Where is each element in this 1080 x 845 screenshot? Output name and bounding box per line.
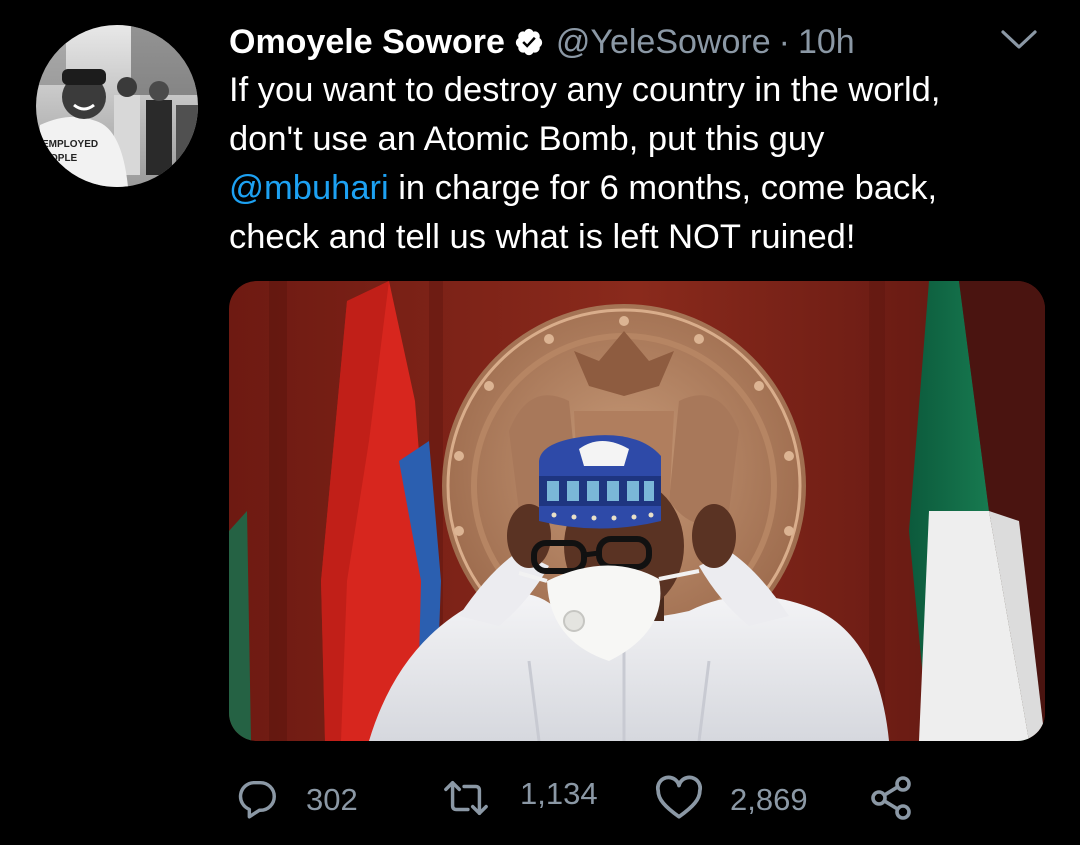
tweet-text-line: don't use an Atomic Bomb, put this guy [229,120,825,158]
tweet-photo[interactable] [229,281,1045,741]
avatar-shirt-text: OPLE [50,153,78,164]
retweet-icon [440,775,492,826]
tweet-text-line: check and tell us what is left NOT ruine… [229,218,856,256]
chevron-down-icon[interactable] [1000,28,1038,52]
reply-button[interactable]: 302 [234,770,358,830]
avatar-shirt-text: EMPLOYED [42,139,98,150]
timestamp[interactable]: 10h [798,23,855,62]
share-button[interactable] [866,770,916,830]
heart-icon [654,775,704,826]
handle[interactable]: @YeleSowore [556,23,771,62]
like-button[interactable]: 2,869 [654,770,808,830]
retweet-button[interactable]: 1,134 [440,770,598,830]
retweet-count: 1,134 [520,776,598,811]
mention-link[interactable]: @mbuhari [229,169,389,207]
share-icon [866,774,916,827]
tweet-text-line: @mbuhari in charge for 6 months, come ba… [229,164,1049,213]
like-count: 2,869 [730,782,808,817]
separator: · [778,22,790,61]
tweet-header: Omoyele Sowore @YeleSowore · 10h [229,18,855,66]
reply-icon [234,775,280,826]
tweet-text-segment: in charge for 6 months, come back, [388,169,938,207]
display-name[interactable]: Omoyele Sowore [229,23,505,62]
tweet-text: If you want to destroy any country in th… [229,66,1049,262]
avatar[interactable]: EMPLOYED OPLE [36,25,198,187]
tweet-text-line: If you want to destroy any country in th… [229,71,941,109]
tweet: EMPLOYED OPLE Omoyele Sowore @YeleSowore… [0,0,1080,845]
reply-count: 302 [306,782,358,817]
action-bar: 302 1,134 2,869 [0,770,1080,830]
verified-badge-icon [514,27,544,57]
